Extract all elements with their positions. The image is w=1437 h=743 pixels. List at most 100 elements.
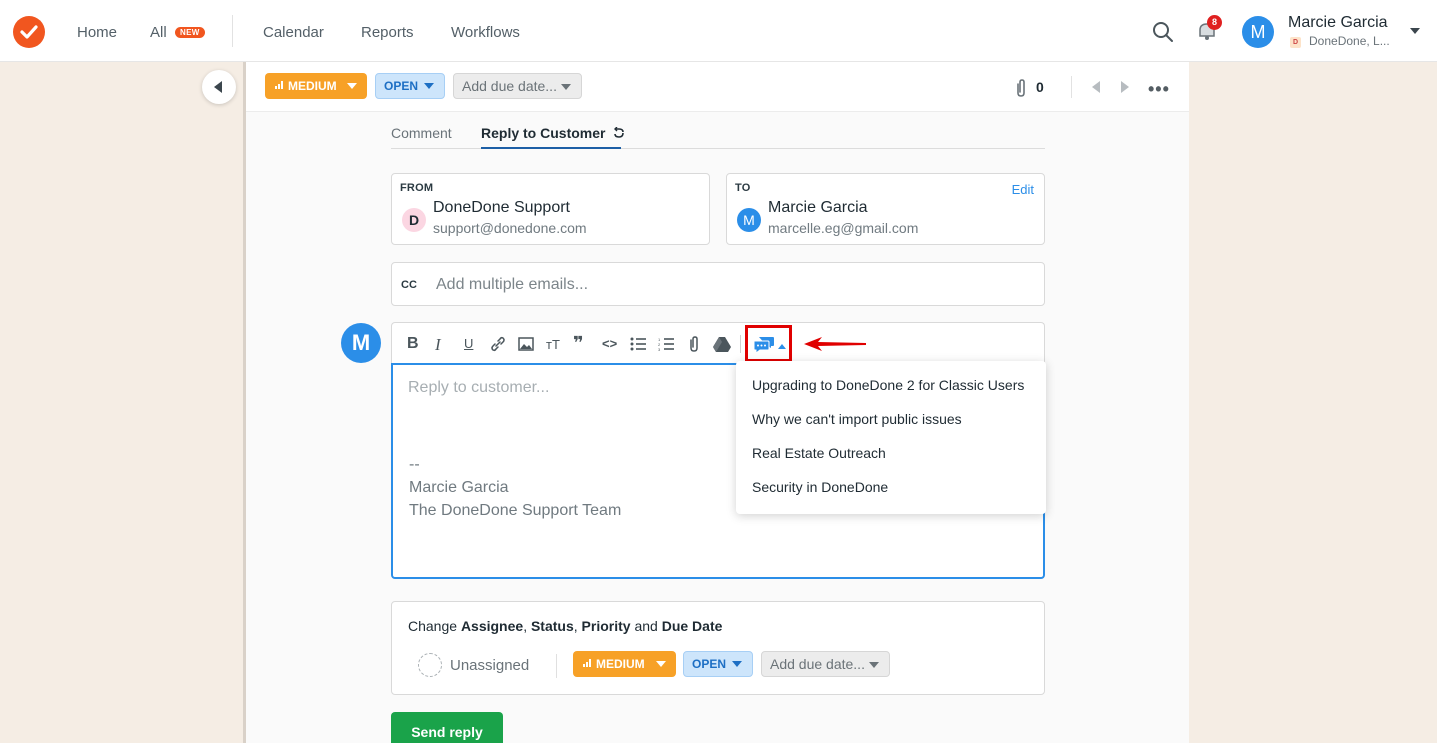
new-badge: NEW [175, 27, 205, 38]
to-email: marcelle.eg@gmail.com [768, 220, 919, 236]
image-icon[interactable] [518, 336, 534, 352]
caret-up-icon [778, 344, 786, 349]
assignee-avatar-placeholder[interactable] [418, 653, 442, 677]
status-label: OPEN [384, 79, 419, 93]
signature-separator: -- [409, 456, 420, 473]
underline-icon[interactable]: U [464, 336, 473, 351]
caret-down-icon [732, 661, 742, 667]
search-icon[interactable] [1152, 21, 1174, 43]
nav-workflows[interactable]: Workflows [451, 24, 520, 41]
due-date-dropdown[interactable]: Add due date... [453, 73, 582, 99]
bold-icon[interactable]: B [407, 335, 419, 353]
org-name: DoneDone, L... [1309, 34, 1390, 48]
change-priority: Priority [581, 618, 631, 634]
to-name: Marcie Garcia [768, 199, 868, 216]
red-arrow-icon [804, 337, 866, 351]
toolbar-divider [1071, 76, 1072, 98]
notification-count-badge: 8 [1207, 15, 1222, 30]
more-options-icon[interactable]: ••• [1148, 79, 1170, 100]
donedone-logo-icon[interactable] [13, 16, 45, 48]
quote-icon[interactable]: ❞ [573, 333, 584, 354]
paperclip-icon[interactable] [1014, 78, 1028, 98]
user-menu-caret-icon[interactable] [1410, 28, 1420, 34]
caret-down-icon [424, 83, 434, 89]
change-fields-heading: Change Assignee, Status, Priority and Du… [408, 618, 722, 634]
user-name[interactable]: Marcie Garcia [1288, 14, 1388, 32]
previous-issue-icon[interactable] [1092, 81, 1100, 93]
caret-down-icon [869, 662, 879, 668]
nav-reports[interactable]: Reports [361, 24, 414, 41]
issue-panel: MEDIUM OPEN Add due date... 0 ••• Commen… [246, 62, 1189, 743]
refresh-icon [614, 126, 625, 138]
tab-reply-to-customer[interactable]: Reply to Customer [481, 125, 625, 141]
change-fields-card: Change Assignee, Status, Priority and Du… [391, 601, 1045, 695]
attachment-count: 0 [1036, 79, 1044, 95]
issue-toolbar: MEDIUM OPEN Add due date... 0 ••• [246, 62, 1189, 112]
change-status-label: OPEN [692, 657, 727, 671]
top-nav: Home All NEW Calendar Reports Workflows … [0, 0, 1437, 62]
change-status-dropdown[interactable]: OPEN [683, 651, 753, 677]
to-label: TO [735, 182, 751, 194]
from-card: FROM D DoneDone Support support@donedone… [391, 173, 710, 245]
from-avatar: D [402, 208, 426, 232]
active-tab-indicator [481, 147, 621, 149]
nav-calendar[interactable]: Calendar [263, 24, 324, 41]
nav-all[interactable]: All [150, 24, 167, 41]
speech-bubbles-icon [753, 337, 774, 354]
canned-responses-dropdown: Upgrading to DoneDone 2 for Classic User… [736, 361, 1046, 514]
canned-response-item[interactable]: Why we can't import public issues [752, 411, 962, 427]
priority-dropdown[interactable]: MEDIUM [265, 73, 367, 99]
priority-bars-icon [583, 659, 593, 667]
signature-team: The DoneDone Support Team [409, 502, 622, 519]
text-size-icon[interactable]: тT [546, 337, 560, 352]
google-drive-icon[interactable] [713, 336, 731, 352]
from-label: FROM [400, 182, 434, 194]
change-sep: , [573, 618, 582, 634]
editor-toolbar: B I U тT ❞ <> 123 [391, 322, 1045, 364]
nav-divider [232, 15, 233, 47]
nav-home[interactable]: Home [77, 24, 117, 41]
signature-name: Marcie Garcia [409, 479, 509, 496]
caret-down-icon [561, 84, 571, 90]
author-avatar: M [341, 323, 381, 363]
cc-card: CC [391, 262, 1045, 306]
chevron-left-icon [214, 81, 222, 93]
due-date-placeholder: Add due date... [462, 78, 557, 94]
send-reply-button[interactable]: Send reply [391, 712, 503, 743]
status-dropdown[interactable]: OPEN [375, 73, 445, 99]
italic-icon[interactable]: I [435, 335, 441, 355]
tab-comment[interactable]: Comment [391, 125, 452, 141]
svg-text:3: 3 [658, 347, 661, 351]
cc-label: CC [401, 279, 417, 291]
change-and: and [630, 618, 662, 634]
to-avatar: M [737, 208, 761, 232]
canned-response-item[interactable]: Real Estate Outreach [752, 445, 886, 461]
next-issue-icon[interactable] [1121, 81, 1129, 93]
numbered-list-icon[interactable]: 123 [658, 337, 674, 351]
link-icon[interactable] [490, 336, 506, 352]
to-card: TO Edit M Marcie Garcia marcelle.eg@gmai… [726, 173, 1045, 245]
org-icon: D [1290, 37, 1301, 48]
code-icon[interactable]: <> [602, 336, 617, 351]
change-prefix: Change [408, 618, 461, 634]
cc-input[interactable] [436, 273, 1036, 297]
assignee-dropdown[interactable]: Unassigned [450, 657, 529, 674]
change-due-date-dropdown[interactable]: Add due date... [761, 651, 890, 677]
attachment-icon[interactable] [688, 335, 700, 353]
change-status: Status [530, 618, 574, 634]
caret-down-icon [347, 83, 357, 89]
bullet-list-icon[interactable] [630, 337, 646, 351]
tab-reply-label: Reply to Customer [481, 125, 606, 141]
change-priority-dropdown[interactable]: MEDIUM [573, 651, 676, 677]
change-sep: , [523, 618, 531, 634]
from-email: support@donedone.com [433, 220, 587, 236]
canned-responses-button[interactable] [745, 325, 792, 362]
collapse-sidebar-button[interactable] [202, 70, 236, 104]
edit-recipient-link[interactable]: Edit [1012, 182, 1034, 197]
canned-response-item[interactable]: Upgrading to DoneDone 2 for Classic User… [752, 377, 1024, 393]
from-name: DoneDone Support [433, 199, 570, 216]
priority-bars-icon [275, 81, 285, 89]
editor-placeholder: Reply to customer... [408, 379, 550, 396]
user-avatar[interactable]: M [1242, 16, 1274, 48]
canned-response-item[interactable]: Security in DoneDone [752, 479, 888, 495]
